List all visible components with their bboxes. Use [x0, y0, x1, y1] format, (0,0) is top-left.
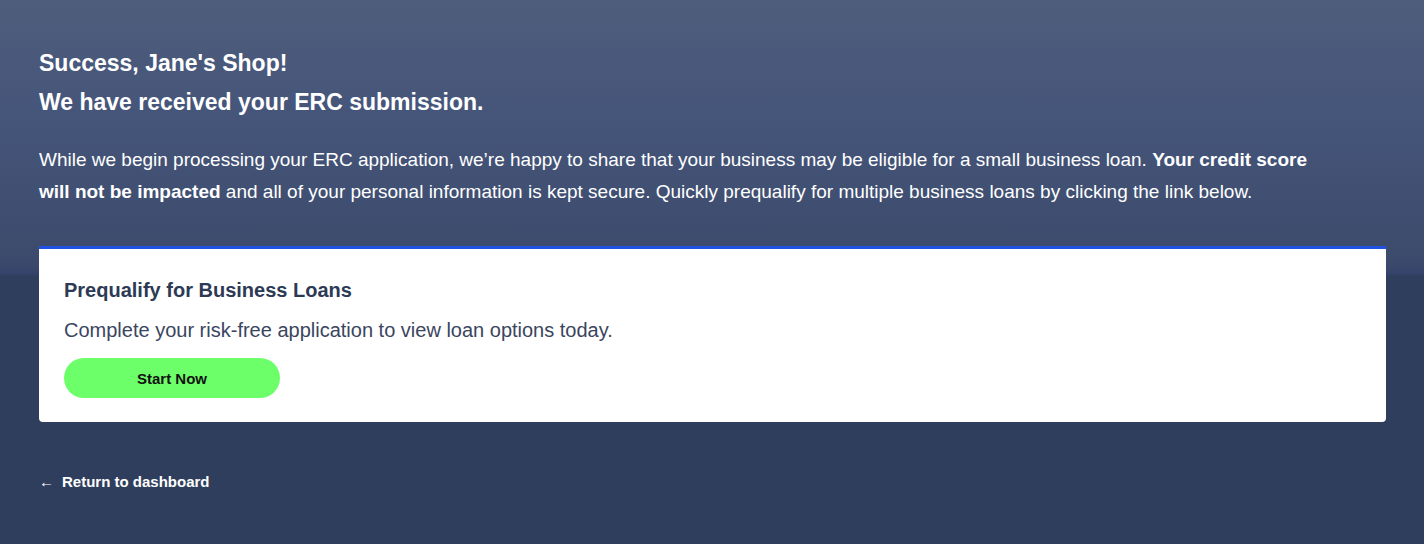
- loan-card: Prequalify for Business Loans Complete yo…: [39, 246, 1386, 422]
- return-to-dashboard-link[interactable]: ← Return to dashboard: [39, 472, 210, 492]
- arrow-left-icon: ←: [39, 472, 54, 492]
- intro-after: and all of your personal information is …: [221, 181, 1253, 202]
- success-title: Success, Jane's Shop!: [39, 44, 1386, 83]
- erc-success-page: Success, Jane's Shop!We have received yo…: [0, 0, 1424, 544]
- intro-before: While we begin processing your ERC appli…: [39, 149, 1152, 170]
- intro-text: While we begin processing your ERC appli…: [39, 144, 1329, 208]
- return-label: Return to dashboard: [62, 472, 210, 492]
- card-title: Prequalify for Business Loans: [64, 277, 352, 303]
- submission-title: We have received your ERC submission.: [39, 83, 1386, 122]
- card-subtitle: Complete your risk-free application to v…: [64, 317, 613, 343]
- start-now-button[interactable]: Start Now: [64, 358, 280, 398]
